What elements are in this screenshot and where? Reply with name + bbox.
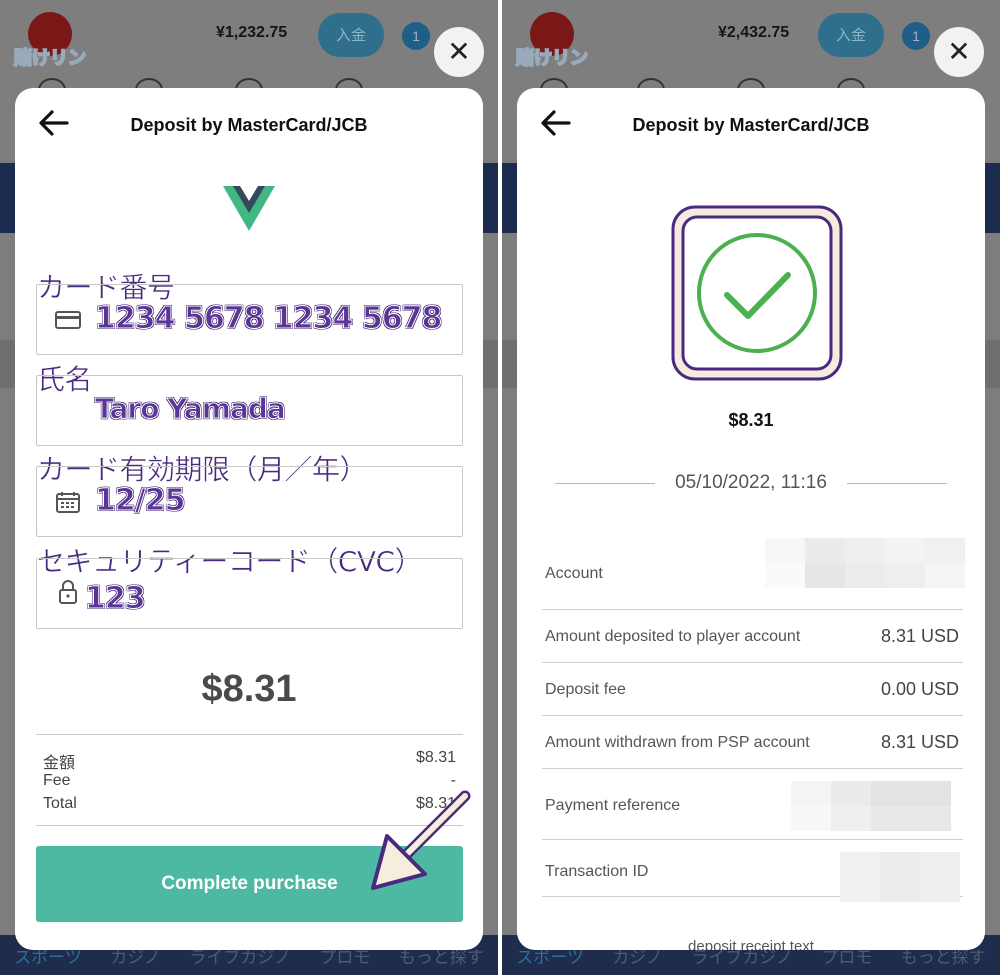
- row-label: Account: [545, 565, 603, 582]
- divider: [36, 734, 463, 735]
- lock-icon: [59, 580, 77, 604]
- left-screen: 賭けリン ¥1,232.75 入金 1 スポーツ カジノ ライブカジノ プロモ …: [0, 0, 498, 975]
- receipt-amount: $8.31: [728, 410, 774, 430]
- summary-label: Fee: [43, 772, 71, 789]
- row-value: 0.00 USD: [880, 679, 959, 699]
- redacted-value: [765, 538, 965, 588]
- name-value: Taro Yamada: [95, 392, 287, 426]
- credit-card-icon: [55, 311, 81, 329]
- modal-title: Deposit by MasterCard/JCB: [130, 115, 368, 135]
- annotation-arrow-icon: [371, 790, 471, 890]
- vue-logo-icon: [223, 186, 275, 231]
- cvc-value: 123: [85, 581, 147, 617]
- row-value: 8.31 USD: [880, 626, 959, 646]
- row-value: 8.31 USD: [880, 732, 959, 752]
- receipt-datetime: 05/10/2022, 11:16: [675, 472, 827, 493]
- row-label: Deposit fee: [545, 681, 626, 698]
- modal-title: Deposit by MasterCard/JCB: [632, 115, 870, 135]
- calendar-icon: [56, 492, 80, 513]
- balance-display: ¥2,432.75: [718, 24, 790, 41]
- row-label: Amount deposited to player account: [545, 628, 801, 645]
- name-field[interactable]: Taro Yamada: [36, 375, 463, 446]
- card-number-value: 1234 5678 1234 5678: [94, 301, 442, 337]
- deposit-button[interactable]: 入金: [818, 13, 884, 57]
- row-label: Payment reference: [545, 797, 681, 814]
- receipt-footer-text: deposit receipt text: [688, 938, 814, 950]
- redacted-value: [840, 852, 960, 902]
- row-label: Transaction ID: [545, 863, 649, 880]
- site-logo[interactable]: 賭けリン: [514, 8, 594, 70]
- receipt-row-account: Account: [542, 538, 965, 610]
- deposit-button[interactable]: 入金: [318, 13, 384, 57]
- receipt-row-deposited: Amount deposited to player account 8.31 …: [542, 610, 963, 663]
- expiry-field[interactable]: 12/25: [36, 466, 463, 537]
- close-icon[interactable]: ✕: [434, 27, 484, 77]
- deposit-modal: Deposit by MasterCard/JCB カード番号 1234 567…: [15, 88, 483, 950]
- summary-label: 金額: [43, 755, 76, 772]
- deposit-amount: $8.31: [201, 668, 297, 710]
- notification-badge[interactable]: 1: [402, 22, 430, 50]
- receipt-row-fee: Deposit fee 0.00 USD: [542, 663, 963, 716]
- close-icon[interactable]: ✕: [934, 27, 984, 77]
- receipt-row-withdrawn: Amount withdrawn from PSP account 8.31 U…: [542, 716, 963, 769]
- balance-display: ¥1,232.75: [216, 24, 288, 41]
- receipt-row-transaction-id: Transaction ID: [542, 840, 963, 902]
- card-number-field[interactable]: 1234 5678 1234 5678: [36, 284, 463, 355]
- site-logo[interactable]: 賭けリン: [12, 8, 92, 70]
- notification-badge[interactable]: 1: [902, 22, 930, 50]
- receipt-row-payment-reference: Payment reference: [542, 769, 963, 840]
- summary-value: $8.31: [415, 749, 456, 766]
- expiry-value: 12/25: [94, 483, 185, 519]
- right-screen: 賭けリン ¥2,432.75 入金 1 スポーツ カジノ ライブカジノ プロモ …: [502, 0, 1000, 975]
- cvc-field[interactable]: 123: [36, 558, 463, 629]
- row-label: Amount withdrawn from PSP account: [545, 734, 810, 751]
- logo-wordmark: 賭けリン: [13, 47, 87, 70]
- logo-wordmark: 賭けリン: [515, 47, 589, 70]
- summary-label: Total: [43, 795, 77, 812]
- success-check-icon: [671, 205, 843, 381]
- redacted-value: [791, 781, 951, 831]
- receipt-modal: Deposit by MasterCard/JCB $8.31 05/10/20…: [517, 88, 985, 950]
